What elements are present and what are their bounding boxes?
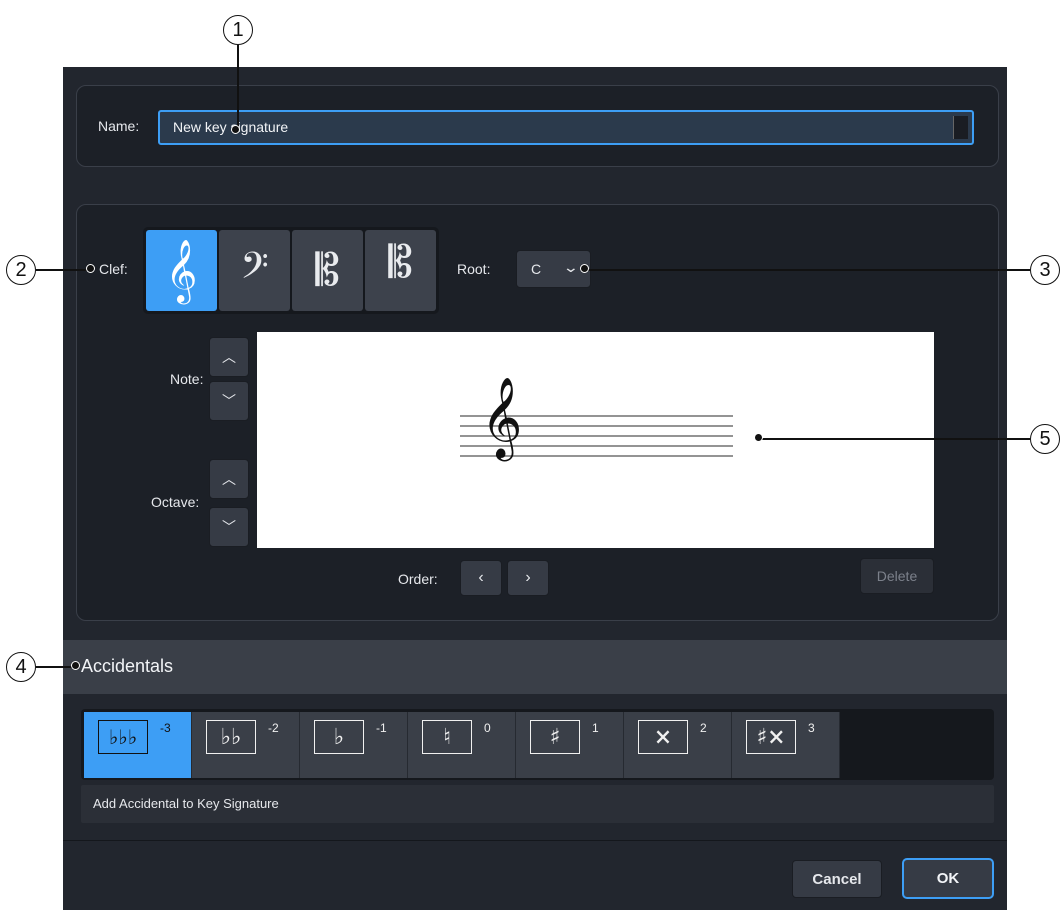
tenor-clef-icon: 𝄡	[388, 237, 413, 288]
treble-clef-icon: 𝄞	[165, 238, 198, 302]
accidental-glyph: ×	[653, 724, 673, 750]
name-label: Name:	[98, 118, 140, 134]
note-down-button[interactable]: ﹀	[209, 381, 249, 421]
delete-label: Delete	[876, 568, 918, 584]
accidental-cell[interactable]: ♯ 1	[516, 712, 624, 778]
accidentals-title: Accidentals	[81, 656, 174, 676]
chevron-right-icon: ›	[525, 569, 531, 586]
note-label: Note:	[170, 371, 204, 387]
accidental-value: -2	[268, 721, 279, 735]
accidental-value: 1	[592, 721, 599, 735]
chevron-down-icon: ﹀	[222, 393, 236, 409]
add-accidental-button[interactable]: Add Accidental to Key Signature	[81, 785, 994, 823]
root-label: Root:	[457, 261, 491, 277]
ok-label: OK	[936, 870, 960, 887]
callout-number: 2	[15, 258, 27, 281]
treble-clef-button[interactable]: 𝄞	[146, 230, 217, 311]
name-input[interactable]: New key signature	[158, 110, 974, 145]
accidental-glyph: ♮	[443, 724, 451, 750]
callout-4-dot	[71, 661, 80, 670]
callout-2: 2	[6, 255, 36, 285]
cancel-label: Cancel	[812, 870, 862, 888]
accidental-glyph: ♯	[549, 724, 561, 750]
note-up-button[interactable]: ︿	[209, 337, 249, 377]
clef-label: Clef:	[99, 261, 128, 277]
accidental-value: -3	[160, 721, 171, 735]
callout-1: 1	[223, 15, 253, 45]
flat-icon: ♭	[314, 720, 364, 754]
chevron-left-icon: ‹	[478, 569, 484, 586]
callout-1-dot	[231, 125, 240, 134]
accidental-value: -1	[376, 721, 387, 735]
accidental-glyph: ♭♭♭	[108, 725, 138, 749]
accidental-cell[interactable]: ♭♭♭ -3	[84, 712, 192, 778]
accidentals-row: ♭♭♭ -3 ♭♭ -2 ♭ -1 ♮ 0 ♯ 1 × 2 ♯× 3	[84, 712, 991, 778]
accidentals-header[interactable]: Accidentals	[63, 640, 1007, 694]
accidental-value: 3	[808, 721, 815, 735]
tenor-clef-button[interactable]: 𝄡	[365, 230, 436, 311]
add-accidental-label: Add Accidental to Key Signature	[93, 796, 279, 811]
callout-3: 3	[1030, 255, 1060, 285]
sharp-icon: ♯	[530, 720, 580, 754]
alto-clef-button[interactable]: 𝄡	[292, 230, 363, 311]
root-value: C	[531, 261, 542, 277]
accidental-cell[interactable]: ♭ -1	[300, 712, 408, 778]
octave-label: Octave:	[151, 494, 200, 510]
callout-3-line	[586, 269, 1030, 271]
callout-number: 3	[1039, 258, 1051, 281]
callout-5-dot	[754, 433, 763, 442]
callout-number: 4	[15, 655, 27, 678]
delete-button[interactable]: Delete	[860, 558, 934, 594]
ok-button[interactable]: OK	[902, 858, 994, 899]
accidental-value: 0	[484, 721, 491, 735]
double-sharp-icon: ×	[638, 720, 688, 754]
chevron-down-icon: ﹀	[222, 519, 236, 535]
order-previous-button[interactable]: ‹	[460, 560, 502, 596]
octave-down-button[interactable]: ﹀	[209, 507, 249, 547]
accidental-cell[interactable]: ♮ 0	[408, 712, 516, 778]
callout-number: 1	[232, 18, 244, 41]
callout-5-line	[760, 438, 1030, 440]
bass-clef-button[interactable]: 𝄢	[219, 230, 290, 311]
chevron-up-icon: ︿	[222, 349, 236, 365]
accidental-cell[interactable]: ♭♭ -2	[192, 712, 300, 778]
chevron-down-icon: ⌄	[562, 259, 580, 275]
accidental-value: 2	[700, 721, 707, 735]
order-label: Order:	[398, 571, 438, 587]
callout-2-line	[36, 269, 88, 271]
accidental-glyph: ♭	[333, 724, 345, 750]
accidental-cell[interactable]: × 2	[624, 712, 732, 778]
key-signature-preview[interactable]: 𝄞	[257, 332, 934, 548]
staff	[460, 415, 733, 457]
callout-1-line	[237, 45, 239, 128]
natural-icon: ♮	[422, 720, 472, 754]
triple-sharp-icon: ♯×	[746, 720, 796, 754]
callout-5: 5	[1030, 424, 1060, 454]
chevron-up-icon: ︿	[222, 471, 236, 487]
callout-number: 5	[1039, 427, 1051, 450]
callout-4: 4	[6, 652, 36, 682]
triple-flat-icon: ♭♭♭	[98, 720, 148, 754]
name-input-end-cap	[953, 116, 968, 139]
octave-up-button[interactable]: ︿	[209, 459, 249, 499]
bass-clef-icon: 𝄢	[240, 245, 269, 296]
accidental-glyph: ♯×	[756, 724, 786, 750]
callout-4-line	[36, 666, 74, 668]
alto-clef-icon: 𝄡	[315, 245, 340, 296]
footer-divider	[63, 840, 1007, 841]
callout-2-dot	[86, 264, 95, 273]
treble-clef-icon: 𝄞	[481, 376, 523, 458]
double-flat-icon: ♭♭	[206, 720, 256, 754]
cancel-button[interactable]: Cancel	[792, 860, 882, 898]
order-next-button[interactable]: ›	[507, 560, 549, 596]
accidental-glyph: ♭♭	[220, 724, 242, 750]
accidental-cell[interactable]: ♯× 3	[732, 712, 840, 778]
callout-3-dot	[580, 264, 589, 273]
